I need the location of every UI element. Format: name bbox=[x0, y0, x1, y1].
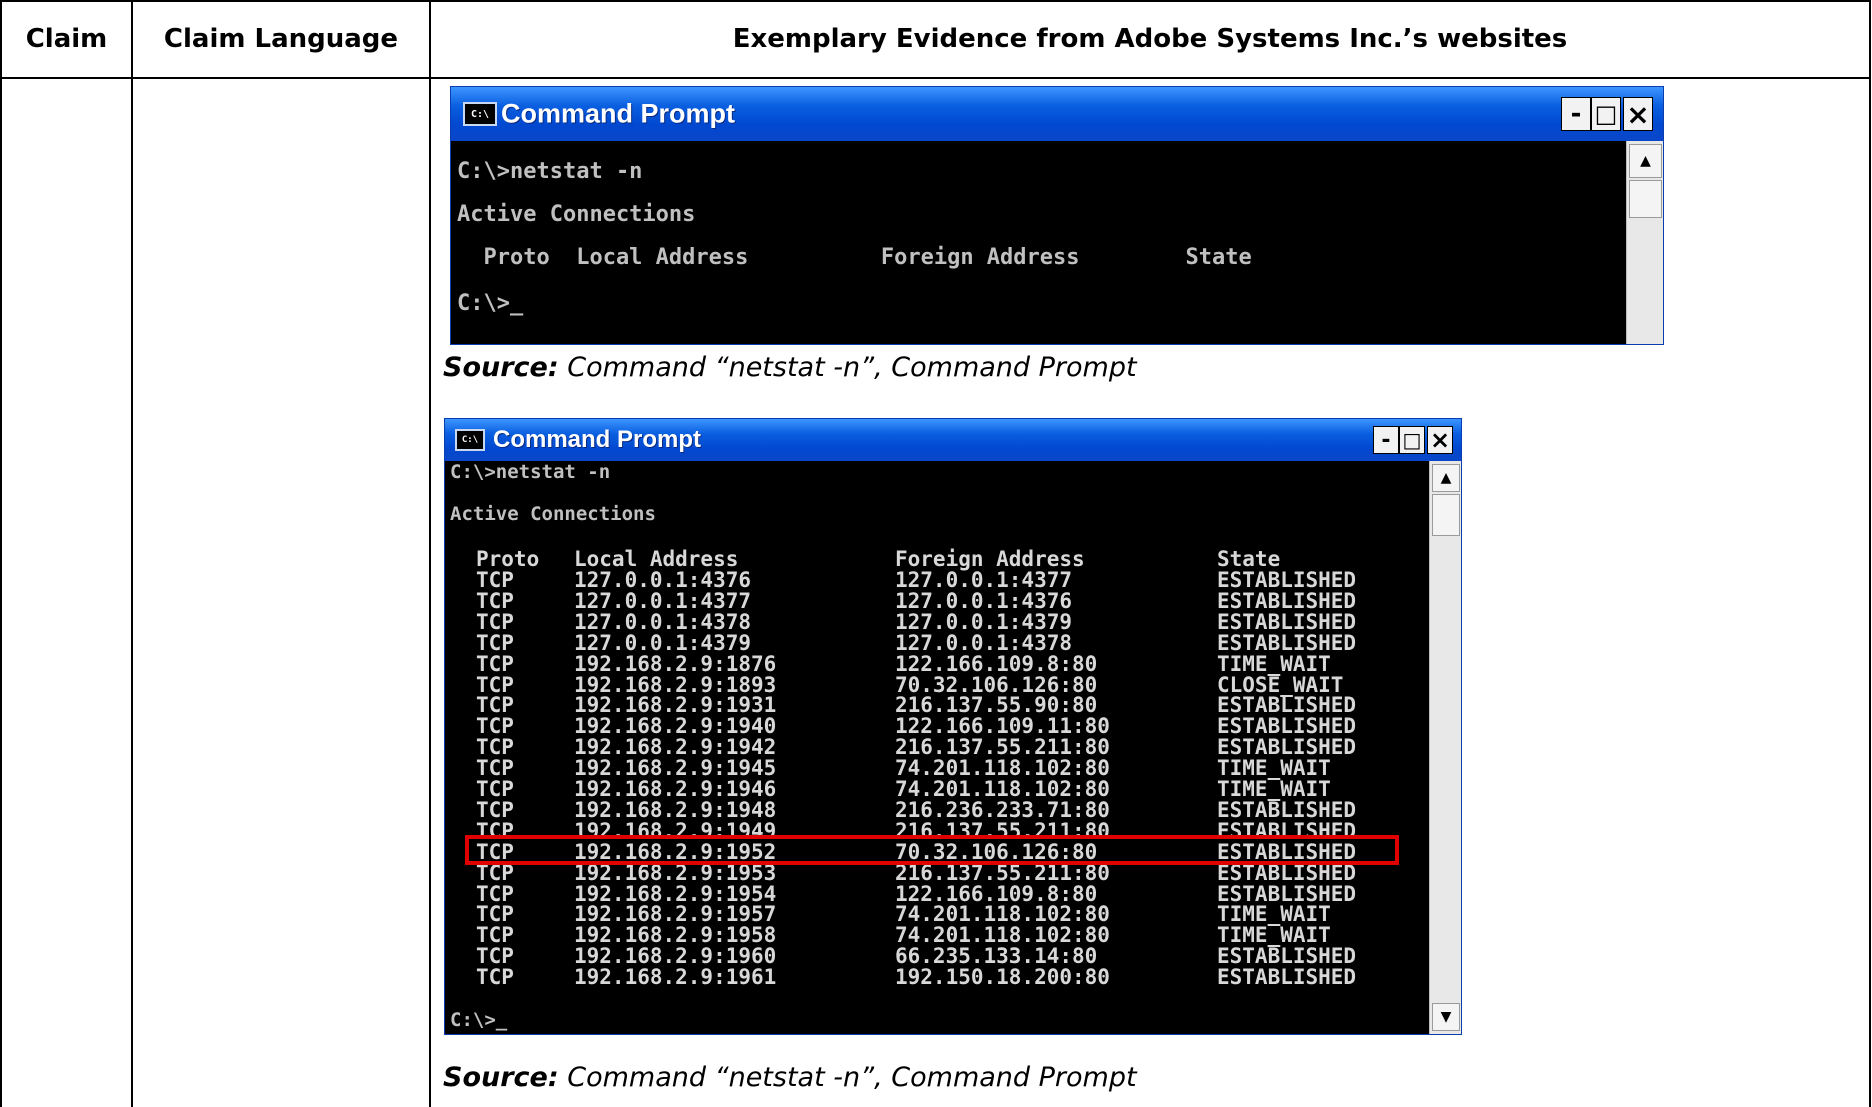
maximize-button[interactable]: □ bbox=[1591, 97, 1621, 131]
scroll-up-arrow-icon[interactable]: ▲ bbox=[1629, 144, 1662, 178]
cell-local-address: 192.168.2.9:1961 bbox=[574, 965, 777, 990]
connection-row: TCP 192.168.2.9:1942 216.137.55.211:80 ESTA… bbox=[448, 735, 1428, 759]
source-caption-1: Source: Command “netstat -n”, Command Pr… bbox=[443, 352, 1137, 383]
table-left-border bbox=[0, 0, 2, 1107]
maximize-button[interactable]: □ bbox=[1399, 426, 1425, 454]
command-prompt-window-2: C:\ Command Prompt - □ × C:\>netstat -n … bbox=[444, 418, 1462, 1035]
console-output[interactable]: C:\>netstat -n Active Connections Proto … bbox=[448, 461, 1428, 1034]
connection-row: TCP 127.0.0.1:4378 127.0.0.1:4379 ESTABLISH… bbox=[448, 610, 1428, 634]
header-evidence: Exemplary Evidence from Adobe Systems In… bbox=[732, 24, 1568, 54]
column-header-row: Proto Local Address Foreign Address Stat… bbox=[448, 547, 1428, 571]
header-claim-language: Claim Language bbox=[163, 24, 399, 54]
connection-row: TCP 127.0.0.1:4379 127.0.0.1:4378 ESTABLISH… bbox=[448, 631, 1428, 655]
vertical-scrollbar[interactable]: ▲ bbox=[1626, 141, 1663, 344]
connection-row: TCP 192.168.2.9:1876 122.166.109.8:80 TIME_… bbox=[448, 652, 1428, 676]
column-divider-1 bbox=[131, 0, 133, 1107]
console-icon: C:\ bbox=[455, 429, 485, 451]
console-line-active: Active Connections bbox=[457, 202, 696, 227]
connection-row: TCP 192.168.2.9:1948 216.236.233.71:80 ESTA… bbox=[448, 798, 1428, 822]
connection-row: TCP 192.168.2.9:1954 122.166.109.8:80 ESTAB… bbox=[448, 882, 1428, 906]
command-prompt-window-1: C:\ Command Prompt - □ × C:\>netstat -n … bbox=[450, 86, 1664, 345]
close-button[interactable]: × bbox=[1427, 426, 1453, 454]
connection-row: TCP 192.168.2.9:1893 70.32.106.126:80 CLOSE… bbox=[448, 673, 1428, 697]
connection-row: TCP 192.168.2.9:1960 66.235.133.14:80 ESTAB… bbox=[448, 944, 1428, 968]
scroll-thumb[interactable] bbox=[1629, 180, 1662, 218]
highlight-box bbox=[465, 834, 1399, 865]
console-icon: C:\ bbox=[463, 102, 497, 126]
vertical-scrollbar[interactable]: ▲ ▼ bbox=[1429, 461, 1461, 1034]
source-caption-2: Source: Command “netstat -n”, Command Pr… bbox=[443, 1062, 1137, 1093]
connection-row: TCP 127.0.0.1:4377 127.0.0.1:4376 ESTABLISH… bbox=[448, 589, 1428, 613]
source-label: Source: bbox=[443, 352, 559, 383]
header-claim: Claim bbox=[25, 24, 108, 54]
console-line-active: Active Connections bbox=[450, 503, 656, 525]
minimize-button[interactable]: - bbox=[1373, 426, 1399, 454]
window-title: Command Prompt bbox=[493, 426, 702, 453]
source-text: Command “netstat -n”, Command Prompt bbox=[558, 1062, 1137, 1093]
console-line-command: C:\>netstat -n bbox=[457, 159, 643, 184]
console-line-command: C:\>netstat -n bbox=[450, 461, 611, 483]
window-titlebar[interactable]: C:\ Command Prompt - □ × bbox=[445, 419, 1461, 461]
connection-row: TCP 192.168.2.9:1957 74.201.118.102:80 TIME… bbox=[448, 902, 1428, 926]
console-line-prompt: C:\>_ bbox=[450, 1009, 508, 1031]
connection-row: TCP 192.168.2.9:1931 216.137.55.90:80 ESTAB… bbox=[448, 693, 1428, 717]
connection-row: TCP 127.0.0.1:4376 127.0.0.1:4377 ESTABLISH… bbox=[448, 568, 1428, 592]
minimize-button[interactable]: - bbox=[1561, 97, 1591, 131]
connection-row: TCP 192.168.2.9:1958 74.201.118.102:80 TIME… bbox=[448, 923, 1428, 947]
connection-row: TCP 192.168.2.9:1946 74.201.118.102:80 TIME… bbox=[448, 777, 1428, 801]
console-line-prompt: C:\>_ bbox=[457, 291, 524, 316]
cell-proto: TCP bbox=[476, 965, 514, 990]
close-button[interactable]: × bbox=[1623, 97, 1653, 131]
scroll-up-arrow-icon[interactable]: ▲ bbox=[1432, 464, 1460, 492]
scroll-down-arrow-icon[interactable]: ▼ bbox=[1432, 1003, 1460, 1031]
cell-state: ESTABLISHED bbox=[1217, 965, 1357, 990]
source-label: Source: bbox=[443, 1062, 559, 1093]
console-line-header: Proto Local Address Foreign Address Stat… bbox=[457, 245, 1252, 270]
table-right-border bbox=[1869, 0, 1871, 1107]
connection-row: TCP 192.168.2.9:1945 74.201.118.102:80 TIME… bbox=[448, 756, 1428, 780]
connection-row: TCP 192.168.2.9:1961 192.150.18.200:80 ESTA… bbox=[448, 965, 1428, 990]
source-text: Command “netstat -n”, Command Prompt bbox=[558, 352, 1137, 383]
console-output[interactable]: C:\>netstat -n Active Connections Proto … bbox=[455, 141, 1625, 344]
window-titlebar[interactable]: C:\ Command Prompt - □ × bbox=[451, 87, 1663, 141]
column-divider-2 bbox=[429, 0, 431, 1107]
window-title: Command Prompt bbox=[501, 98, 736, 129]
connection-row: TCP 192.168.2.9:1940 122.166.109.11:80 ESTA… bbox=[448, 714, 1428, 738]
cell-foreign-address: 192.150.18.200:80 bbox=[895, 965, 1110, 990]
scroll-thumb[interactable] bbox=[1432, 494, 1460, 536]
